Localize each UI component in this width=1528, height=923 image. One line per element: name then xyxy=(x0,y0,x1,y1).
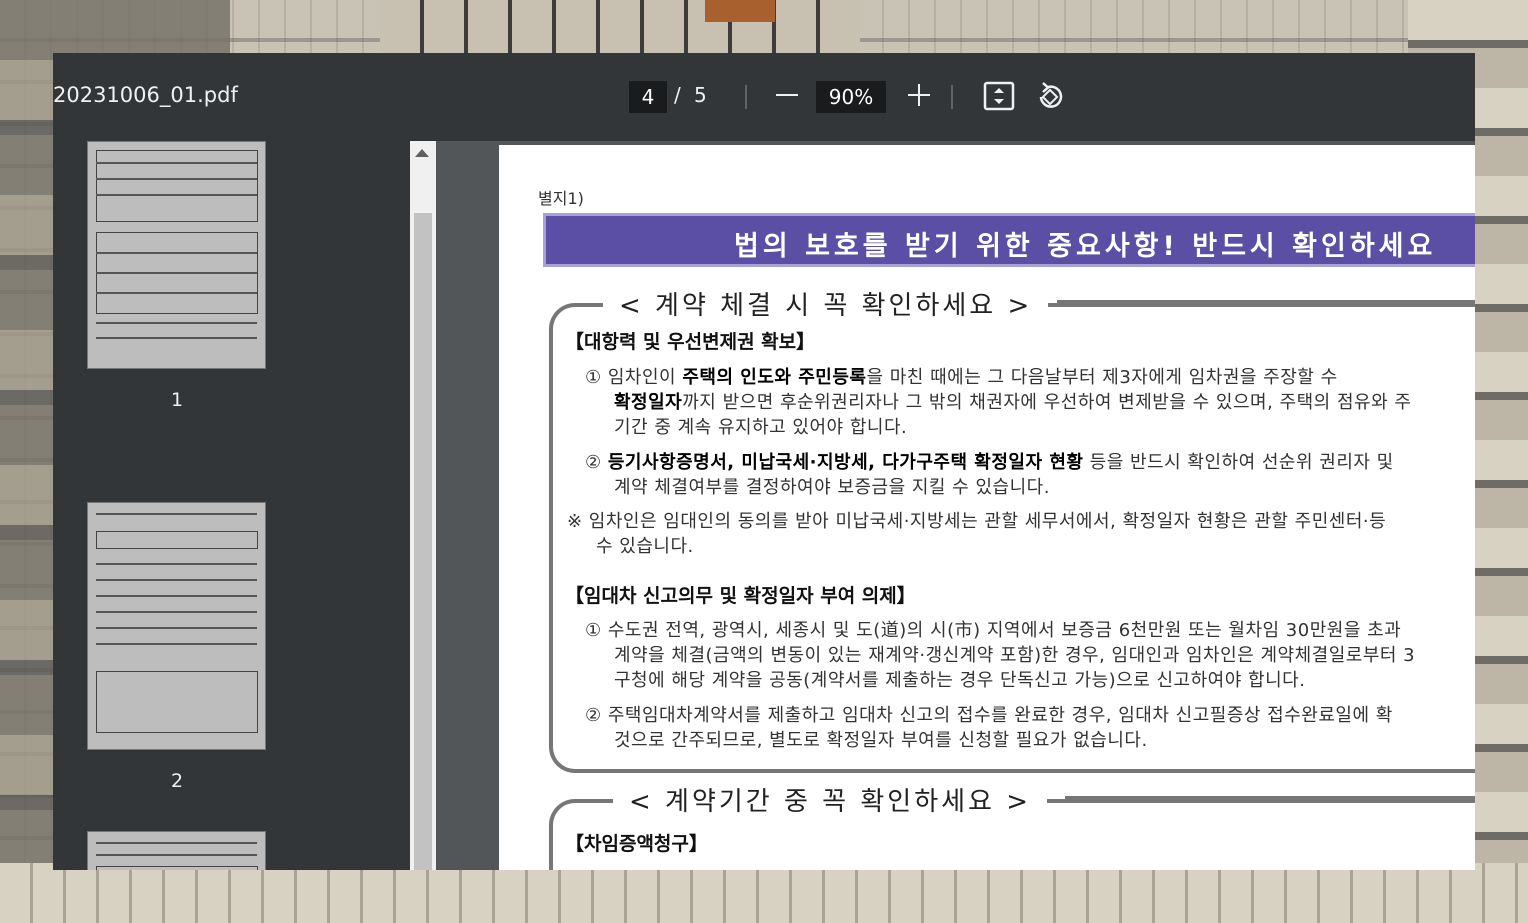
thumb-form-box xyxy=(96,866,258,870)
background-building-top xyxy=(380,0,860,60)
thumb-line xyxy=(96,272,257,274)
paragraph-line: 확정일자까지 받으면 후순위권리자나 그 밖의 채권자에 우선하여 변제받을 수… xyxy=(614,388,1411,414)
thumb-line xyxy=(96,252,257,254)
thumbnail-label-2: 2 xyxy=(170,770,184,792)
section1-title: < 계약 체결 시 꼭 확인하세요 > xyxy=(603,285,1049,322)
thumb-line xyxy=(96,611,257,613)
thumb-line xyxy=(96,579,257,581)
background-building-bottom xyxy=(0,863,1528,923)
pdf-viewer-window: 20231006_01.pdf 4 / 5 90% 1 2 별지1) 법의 보호… xyxy=(53,53,1475,870)
paragraph-line: 수 있습니다. xyxy=(596,536,694,557)
toolbar-divider xyxy=(951,85,953,109)
thumb-line xyxy=(96,595,257,597)
text-run: 까지 받으면 후순위권리자나 그 밖의 채권자에 우선하여 변제받을 수 있으며… xyxy=(682,392,1412,413)
thumbnail-sidebar: 1 2 xyxy=(53,141,410,870)
page-number-input[interactable]: 4 xyxy=(629,81,667,113)
page-thumbnail-2[interactable] xyxy=(87,502,266,750)
thumb-line xyxy=(96,194,257,196)
page-separator: / xyxy=(674,83,681,107)
rotate-icon xyxy=(1039,82,1063,108)
paragraph-line: ① 수도권 전역, 광역시, 세종시 및 도(道)의 시(市) 지역에서 보증금… xyxy=(585,620,1402,641)
minus-icon xyxy=(776,94,798,96)
section1-heading-1: 【대항력 및 우선변제권 확보】 xyxy=(565,331,816,353)
plus-icon-vertical xyxy=(918,84,920,106)
scrollbar-thumb[interactable] xyxy=(414,213,432,870)
paragraph-line: ① 임차인이 주택의 인도와 주민등록을 마친 때에는 그 다음날부터 제3자에… xyxy=(585,363,1338,389)
page-thumbnail-1[interactable] xyxy=(87,141,266,369)
zoom-level-input[interactable]: 90% xyxy=(816,81,886,113)
section-title-line xyxy=(1065,796,1475,801)
section2-title: < 계약기간 중 꼭 확인하세요 > xyxy=(613,781,1048,818)
page-thumbnail-3[interactable] xyxy=(87,831,266,870)
thumb-form-box xyxy=(96,150,258,222)
paragraph-line: ※ 임차인은 임대인의 동의를 받아 미납국세·지방세는 관할 세무서에서, 확… xyxy=(567,511,1387,532)
notice-banner: 법의 보호를 받기 위한 중요사항! 반드시 확인하세요 xyxy=(543,213,1475,267)
sidebar-scrollbar[interactable] xyxy=(410,141,436,870)
thumbnail-label-1: 1 xyxy=(170,389,184,411)
pdf-page: 별지1) 법의 보호를 받기 위한 중요사항! 반드시 확인하세요 < 계약 체… xyxy=(499,145,1475,870)
paragraph-line: 것으로 간주되므로, 별도로 확정일자 부여를 신청할 필요가 없습니다. xyxy=(614,730,1148,751)
background-sign xyxy=(705,0,775,22)
zoom-out-button[interactable] xyxy=(767,75,807,115)
text-bold: 주택의 인도와 주민등록 xyxy=(682,367,867,388)
section-title-line xyxy=(1057,300,1475,305)
paragraph-line: ② 등기사항증명서, 미납국세·지방세, 다가구주택 확정일자 현황 등을 반드… xyxy=(585,448,1394,474)
zoom-in-button[interactable] xyxy=(899,75,939,115)
text-run: ① 임차인이 xyxy=(585,367,683,388)
paragraph-line: 계약을 체결(금액의 변동이 있는 재계약·갱신계약 포함)한 경우, 임대인과… xyxy=(614,645,1416,666)
thumb-line xyxy=(96,292,257,294)
thumb-line xyxy=(96,162,257,164)
text-run: 을 마친 때에는 그 다음날부터 제3자에게 임차권을 주장할 수 xyxy=(866,367,1338,388)
thumb-line xyxy=(96,337,257,339)
text-run: ② xyxy=(585,452,608,473)
paragraph-line: 계약 체결여부를 결정하여야 보증금을 지킬 수 있습니다. xyxy=(614,477,1050,498)
fit-to-page-button[interactable] xyxy=(981,80,1017,114)
thumb-line xyxy=(96,627,257,629)
pdf-toolbar: 20231006_01.pdf 4 / 5 90% xyxy=(53,53,1475,141)
thumb-line xyxy=(96,643,257,645)
text-bold: 확정일자 xyxy=(614,392,683,413)
file-name: 20231006_01.pdf xyxy=(53,83,238,107)
thumb-form-box xyxy=(96,531,258,549)
toolbar-divider xyxy=(745,85,747,109)
thumb-line xyxy=(96,854,257,856)
thumb-line xyxy=(96,178,257,180)
text-run: 등을 반드시 확인하여 선순위 권리자 및 xyxy=(1083,452,1394,473)
section2-heading-1: 【차임증액청구】 xyxy=(565,833,708,855)
paragraph-line: 구청에 해당 계약을 공동(계약서를 제출하는 경우 단독신고 가능)으로 신고… xyxy=(614,670,1306,691)
thumb-line xyxy=(96,563,257,565)
thumb-line xyxy=(96,322,257,324)
paragraph-line: 기간 중 계속 유지하고 있어야 합니다. xyxy=(614,417,908,438)
thumb-form-box xyxy=(96,671,258,733)
rotate-button[interactable] xyxy=(1033,79,1069,115)
total-pages: 5 xyxy=(694,83,707,107)
appendix-label: 별지1) xyxy=(538,189,584,208)
text-bold: 등기사항증명서, 미납국세·지방세, 다가구주택 확정일자 현황 xyxy=(607,452,1084,473)
paragraph-line: ② 주택임대차계약서를 제출하고 임대차 신고의 접수를 완료한 경우, 임대차… xyxy=(585,705,1393,726)
banner-text: 법의 보호를 받기 위한 중요사항! 반드시 확인하세요 xyxy=(734,231,1437,262)
fit-page-icon xyxy=(983,81,1015,111)
scroll-up-arrow-icon[interactable] xyxy=(415,149,429,157)
thumb-line xyxy=(96,842,257,844)
thumb-line xyxy=(96,513,257,515)
section1-heading-2: 【임대차 신고의무 및 확정일자 부여 의제】 xyxy=(565,585,916,607)
